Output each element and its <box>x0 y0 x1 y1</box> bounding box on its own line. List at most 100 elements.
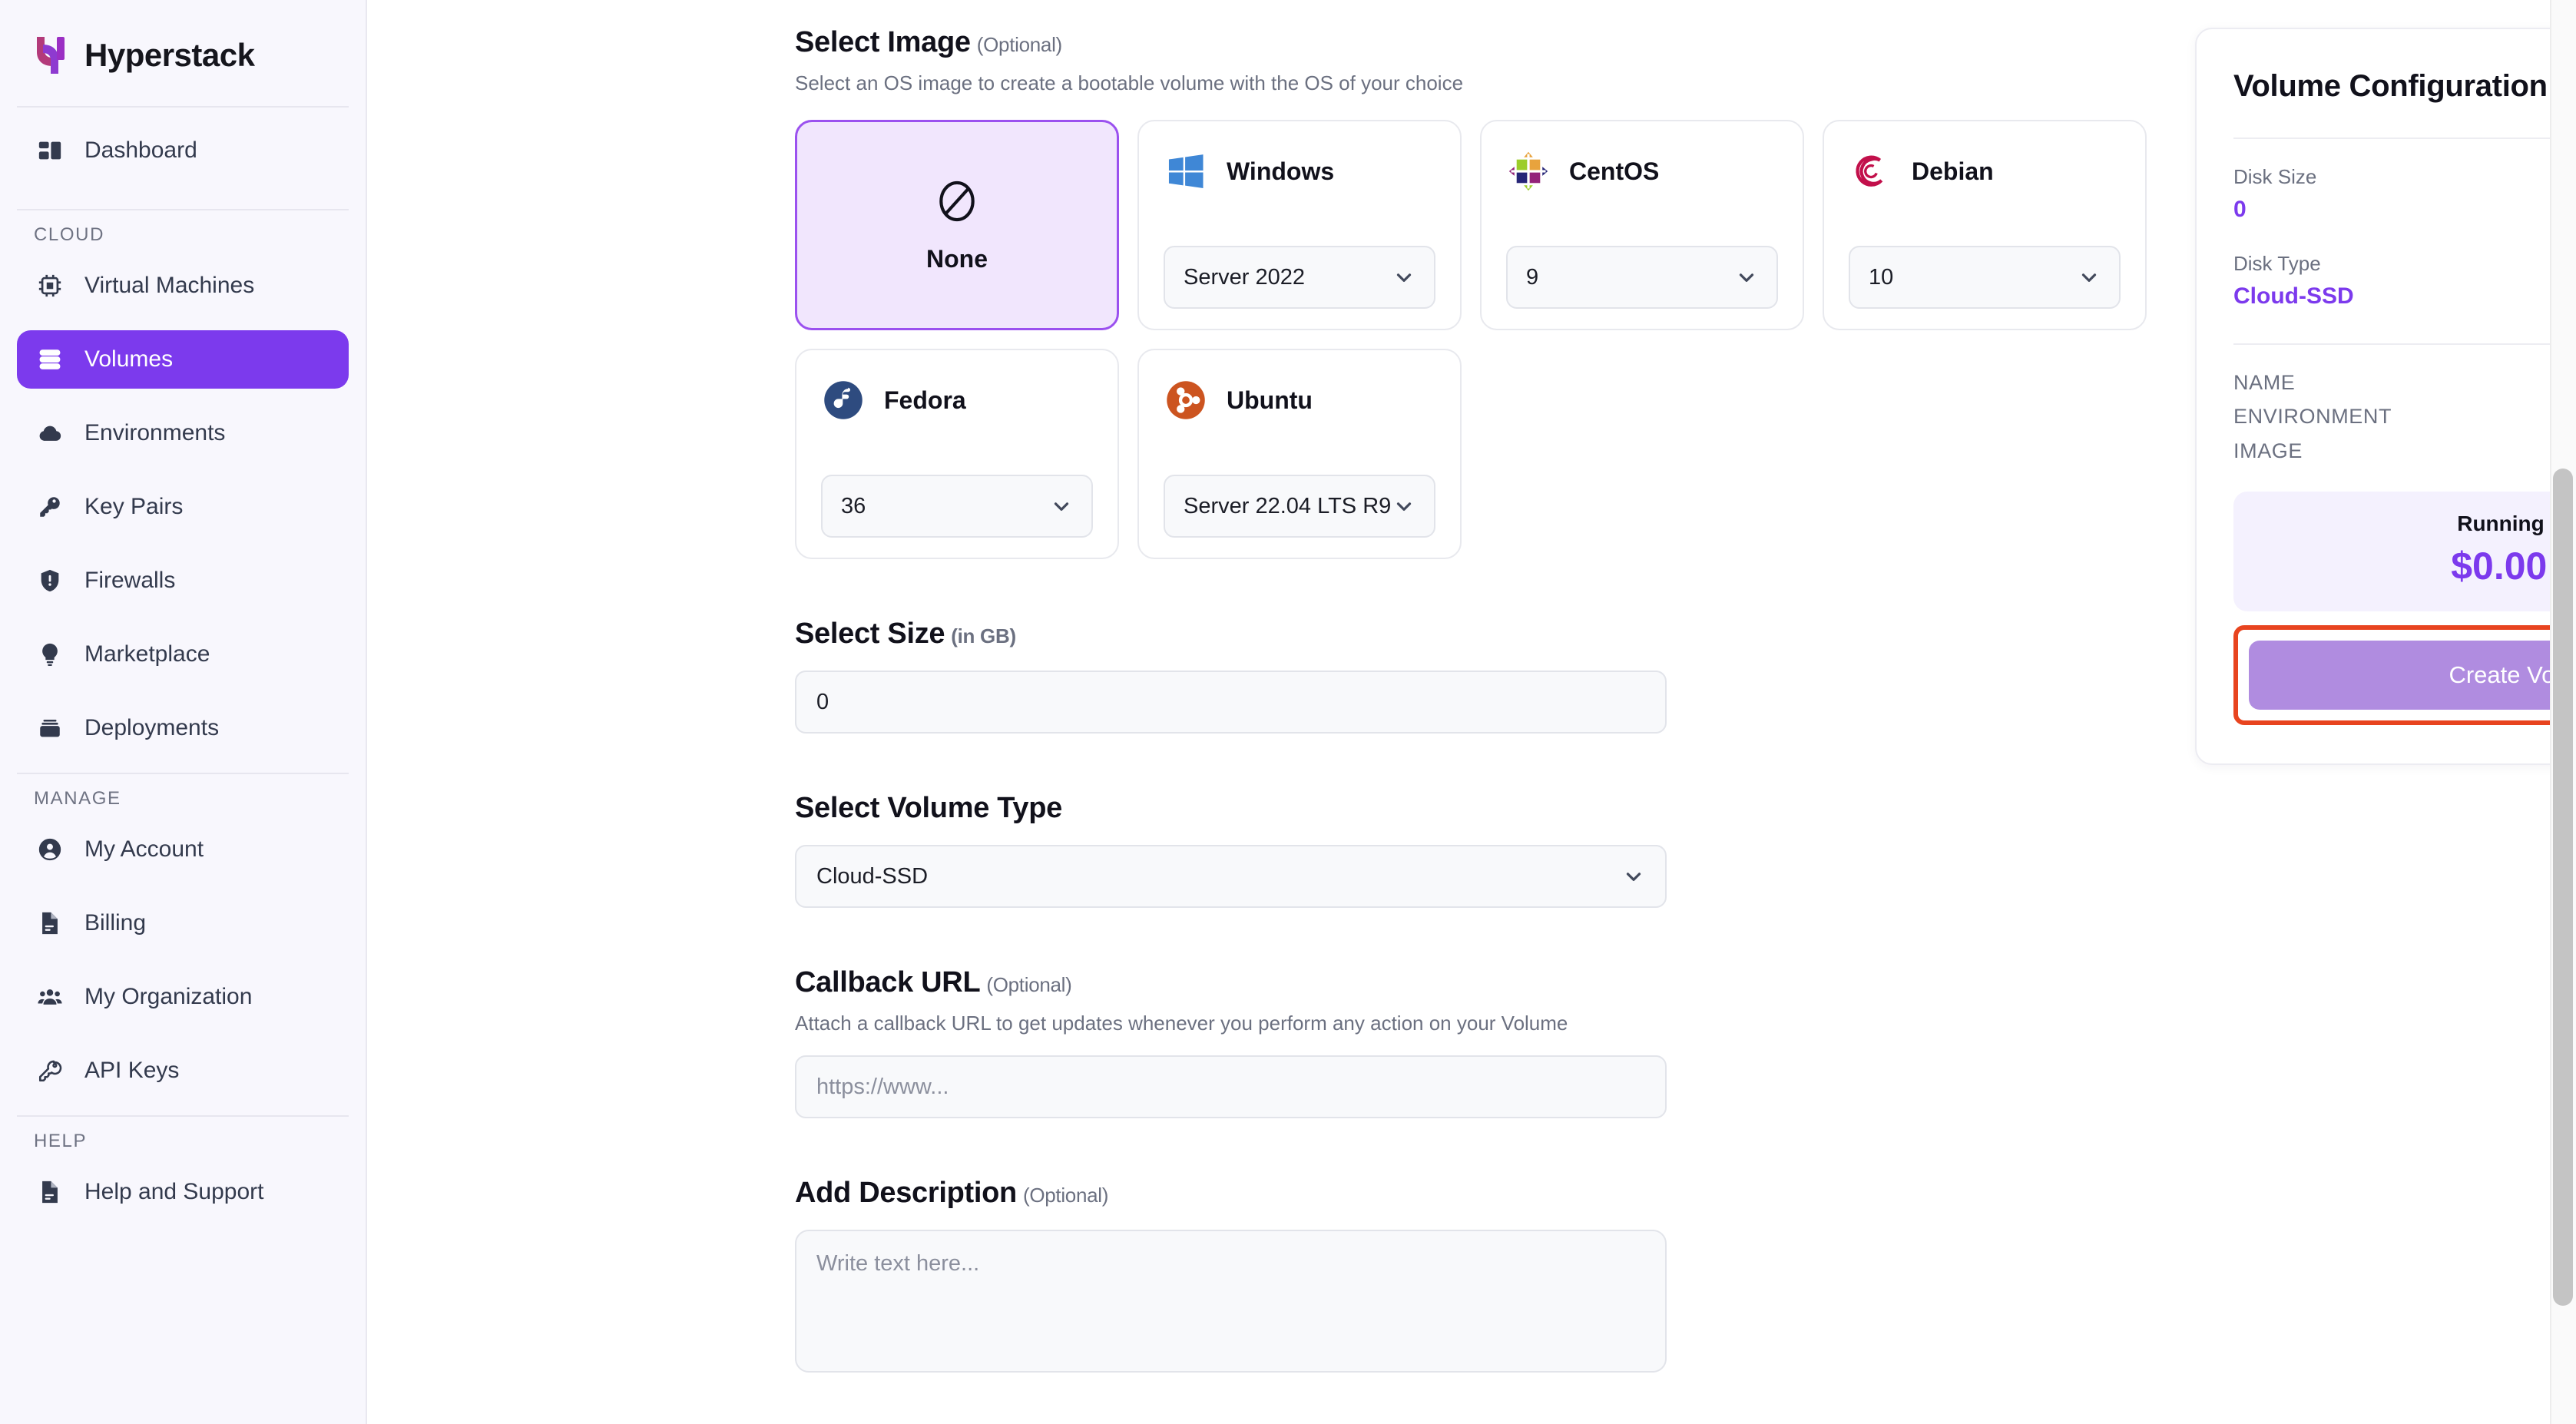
select-size-unit: (in GB) <box>951 624 1016 647</box>
select-image-title-text: Select Image <box>795 26 971 58</box>
meta-row-environment: ENVIRONMENT default-NORWAY-1 <box>2233 404 2576 429</box>
sidebar-item-firewalls[interactable]: Firewalls <box>17 551 349 610</box>
sidebar-item-billing[interactable]: Billing <box>17 894 349 952</box>
os-card-centos[interactable]: CentOS 9 <box>1480 120 1804 330</box>
centos-version-select[interactable]: 9 <box>1506 246 1778 309</box>
select-volume-type-section: Select Volume Type Cloud-SSD <box>795 792 1667 908</box>
sidebar-item-label: Dashboard <box>84 137 197 163</box>
callback-url-optional: (Optional) <box>986 973 1072 996</box>
disk-type-row: Cloud-SSD $0.0001/hour <box>2233 283 2576 310</box>
ubuntu-version-select[interactable]: Server 22.04 LTS R9 <box>1164 475 1435 538</box>
create-volume-button[interactable]: Create Volume <box>2249 641 2576 710</box>
volume-type-select[interactable]: Cloud-SSD <box>795 845 1667 908</box>
os-card-fedora[interactable]: Fedora 36 <box>795 349 1119 559</box>
main-content: Select Image (Optional) Select an OS imag… <box>367 0 2576 1424</box>
sidebar-item-key-pairs[interactable]: Key Pairs <box>17 478 349 536</box>
no-entry-icon <box>933 177 981 225</box>
volume-type-value: Cloud-SSD <box>816 863 929 889</box>
os-card-label: Windows <box>1227 157 1335 185</box>
os-card-windows[interactable]: Windows Server 2022 <box>1137 120 1462 330</box>
fedora-version-select[interactable]: 36 <box>821 475 1093 538</box>
size-input[interactable]: 0 <box>795 671 1667 734</box>
key-icon <box>35 492 65 522</box>
os-card-ubuntu[interactable]: Ubuntu Server 22.04 LTS R9 <box>1137 349 1462 559</box>
windows-version-select[interactable]: Server 2022 <box>1164 246 1435 309</box>
add-description-title-text: Add Description <box>795 1177 1017 1209</box>
os-card-none[interactable]: None <box>795 120 1119 330</box>
sidebar: Hyperstack Dashboard CLOUD Virtual Machi… <box>0 0 367 1424</box>
box-icon <box>35 714 65 743</box>
shield-icon <box>35 566 65 595</box>
sidebar-item-environments[interactable]: Environments <box>17 404 349 462</box>
sidebar-caption-help: HELP <box>34 1131 88 1151</box>
centos-logo-icon <box>1506 149 1551 194</box>
sidebar-item-label: Virtual Machines <box>84 273 255 298</box>
debian-version-select[interactable]: 10 <box>1849 246 2121 309</box>
disk-size-row: 0 $0/hour <box>2233 197 2576 223</box>
sidebar-item-label: Billing <box>84 910 147 936</box>
hyperstack-logo-icon <box>34 35 69 75</box>
sidebar-top-group: Dashboard <box>17 108 349 209</box>
sidebar-item-label: My Organization <box>84 984 253 1009</box>
cloud-icon <box>35 419 65 448</box>
sidebar-item-api-keys[interactable]: API Keys <box>17 1042 349 1100</box>
sidebar-item-dashboard[interactable]: Dashboard <box>17 121 349 180</box>
select-volume-type-title: Select Volume Type <box>795 792 1062 824</box>
selected-version: 36 <box>841 493 866 518</box>
os-card-header: Ubuntu <box>1164 370 1435 430</box>
volume-meta-list: NAME ENVIRONMENT default-NORWAY-1 IMAGE … <box>2233 371 2576 464</box>
sidebar-item-label: Marketplace <box>84 641 210 667</box>
page-scrollbar-track[interactable] <box>2550 0 2576 1424</box>
ubuntu-logo-icon <box>1164 378 1208 422</box>
sidebar-caption-manage: MANAGE <box>34 788 121 809</box>
document-icon <box>35 1177 65 1207</box>
add-description-section: Add Description (Optional) Write text her… <box>795 1177 1667 1373</box>
create-volume-highlight: Create Volume <box>2233 625 2576 725</box>
sidebar-item-deployments[interactable]: Deployments <box>17 699 349 757</box>
brand-name: Hyperstack <box>84 37 255 73</box>
meta-row-name: NAME <box>2233 371 2576 395</box>
running-cost-label: Running Cost <box>2457 512 2576 535</box>
os-card-label: None <box>926 244 988 273</box>
disk-type-block: Disk Type Cloud-SSD $0.0001/hour <box>2233 252 2576 310</box>
disk-type-value: Cloud-SSD <box>2233 283 2354 309</box>
volume-configuration-panel: Volume Configuration Disk Size 0 $0/hour… <box>2195 28 2576 765</box>
chevron-down-icon <box>1050 495 1073 518</box>
sidebar-item-label: Firewalls <box>84 568 176 593</box>
page-scrollbar-thumb[interactable] <box>2553 469 2573 1306</box>
selected-version: 9 <box>1526 264 1539 290</box>
sidebar-item-virtual-machines[interactable]: Virtual Machines <box>17 257 349 315</box>
select-image-title: Select Image (Optional) <box>795 26 1667 59</box>
os-card-header: Debian <box>1849 141 2121 201</box>
select-size-title: Select Size (in GB) <box>795 618 1667 651</box>
meta-key: ENVIRONMENT <box>2233 405 2392 428</box>
os-version-select-wrap: Server 2022 <box>1164 246 1435 309</box>
windows-logo-icon <box>1164 149 1208 194</box>
callback-url-subtitle: Attach a callback URL to get updates whe… <box>795 1012 1568 1035</box>
bulb-icon <box>35 640 65 669</box>
description-textarea[interactable]: Write text here... <box>795 1230 1667 1373</box>
chevron-down-icon <box>1392 495 1415 518</box>
cpu-icon <box>35 271 65 300</box>
api-key-icon <box>35 1056 65 1085</box>
sidebar-item-help-and-support[interactable]: Help and Support <box>17 1163 349 1221</box>
os-card-label: Debian <box>1912 157 1994 185</box>
add-description-optional: (Optional) <box>1022 1184 1109 1207</box>
panel-divider-top <box>2233 137 2576 139</box>
sidebar-item-label: Deployments <box>84 715 220 740</box>
sidebar-item-my-account[interactable]: My Account <box>17 820 349 879</box>
debian-logo-icon <box>1849 149 1893 194</box>
callback-url-input[interactable]: https://www... <box>795 1055 1667 1118</box>
sidebar-item-volumes[interactable]: Volumes <box>17 330 349 389</box>
os-card-header: Fedora <box>821 370 1093 430</box>
brand[interactable]: Hyperstack <box>17 0 349 106</box>
sidebar-item-my-organization[interactable]: My Organization <box>17 968 349 1026</box>
select-size-section: Select Size (in GB) 0 <box>795 618 1667 734</box>
sidebar-item-label: API Keys <box>84 1058 180 1083</box>
running-cost-box: Running Cost $0.00/hour <box>2233 492 2576 611</box>
sidebar-item-marketplace[interactable]: Marketplace <box>17 625 349 684</box>
meta-key: IMAGE <box>2233 439 2303 462</box>
chevron-down-icon <box>1392 266 1415 289</box>
os-card-debian[interactable]: Debian 10 <box>1823 120 2147 330</box>
meta-key: NAME <box>2233 371 2296 394</box>
